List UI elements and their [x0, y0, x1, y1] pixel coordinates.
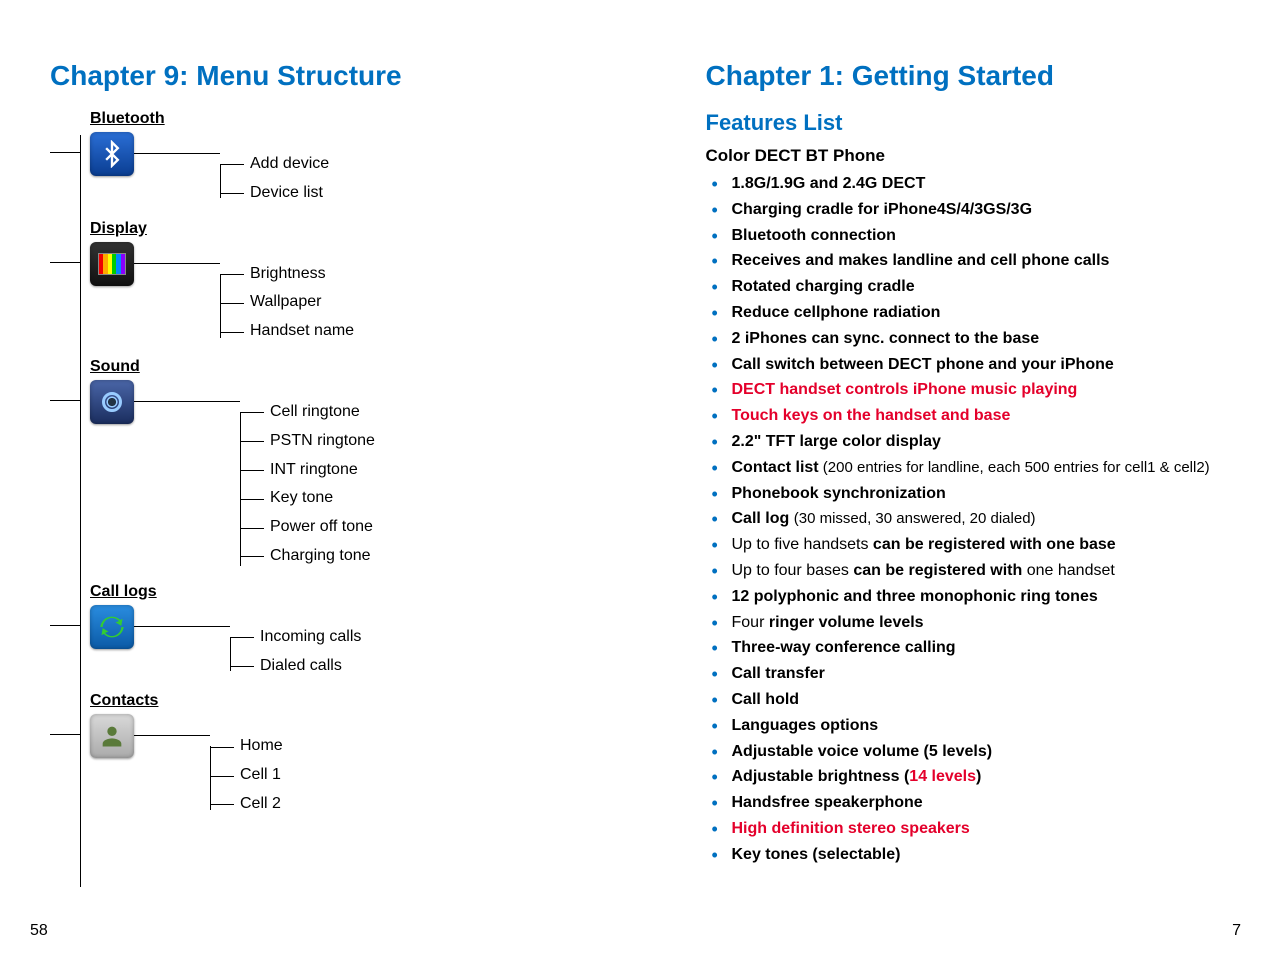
menu-item-brightness: Brightness: [220, 264, 596, 285]
feature-item: Adjustable voice volume (5 levels): [726, 740, 1222, 765]
feature-item: Phonebook synchronization: [726, 482, 1222, 507]
feature-item: Bluetooth connection: [726, 224, 1222, 249]
chapter-9-title: Chapter 9: Menu Structure: [50, 60, 596, 92]
feature-item: Touch keys on the handset and base: [726, 404, 1222, 429]
features-list: 1.8G/1.9G and 2.4G DECT Charging cradle …: [706, 172, 1222, 868]
feature-item: 12 polyphonic and three monophonic ring …: [726, 585, 1222, 610]
bluetooth-icon: [90, 132, 134, 176]
menu-label-sound: Sound: [90, 358, 596, 376]
branch-line: [50, 262, 80, 263]
feature-item: Call switch between DECT phone and your …: [726, 353, 1222, 378]
feature-item: Contact list (200 entries for landline, …: [726, 456, 1222, 481]
menu-item-add-device: Add device: [220, 154, 596, 175]
call-logs-icon: [90, 605, 134, 649]
feature-item: Call log (30 missed, 30 answered, 20 dia…: [726, 507, 1222, 532]
feature-item: Four ringer volume levels: [726, 611, 1222, 636]
branch-line: [134, 263, 220, 264]
menu-item-incoming-calls: Incoming calls: [230, 627, 596, 648]
contacts-icon: [90, 714, 134, 758]
display-icon: [90, 242, 134, 286]
menu-item-device-list: Device list: [220, 183, 596, 204]
menu-label-calllogs: Call logs: [90, 583, 596, 601]
menu-item-cell-ringtone: Cell ringtone: [240, 402, 596, 423]
menu-item-key-tone: Key tone: [240, 488, 596, 509]
branch-line: [50, 400, 80, 401]
document-spread: Chapter 9: Menu Structure Bluetooth Add …: [0, 0, 1271, 954]
right-page: Chapter 1: Getting Started Features List…: [636, 0, 1271, 954]
menu-group-bluetooth: Bluetooth Add device Device list: [80, 110, 596, 204]
menu-item-home: Home: [210, 736, 596, 757]
feature-item: Three-way conference calling: [726, 636, 1222, 661]
feature-item: DECT handset controls iPhone music playi…: [726, 378, 1222, 403]
feature-item: Reduce cellphone radiation: [726, 301, 1222, 326]
branch-line: [134, 735, 210, 736]
page-number-left: 58: [30, 922, 48, 940]
menu-group-contacts: Contacts Home Cell 1 Cell 2: [80, 692, 596, 814]
features-list-heading: Features List: [706, 110, 1222, 136]
menu-item-pstn-ringtone: PSTN ringtone: [240, 431, 596, 452]
feature-item: 2 iPhones can sync. connect to the base: [726, 327, 1222, 352]
menu-item-dialed-calls: Dialed calls: [230, 656, 596, 677]
feature-item: Handsfree speakerphone: [726, 791, 1222, 816]
left-page: Chapter 9: Menu Structure Bluetooth Add …: [0, 0, 636, 954]
feature-item: 1.8G/1.9G and 2.4G DECT: [726, 172, 1222, 197]
chapter-1-title: Chapter 1: Getting Started: [706, 60, 1222, 92]
feature-item: Receives and makes landline and cell pho…: [726, 249, 1222, 274]
menu-item-charging-tone: Charging tone: [240, 546, 596, 567]
branch-line: [134, 401, 240, 402]
feature-item: Adjustable brightness (14 levels): [726, 765, 1222, 790]
feature-item: Call hold: [726, 688, 1222, 713]
feature-item: Languages options: [726, 714, 1222, 739]
menu-group-calllogs: Call logs Incoming calls Dialed calls: [80, 583, 596, 677]
feature-item: High definition stereo speakers: [726, 817, 1222, 842]
menu-group-display: Display Brightness Wallpaper Handset nam…: [80, 220, 596, 342]
page-number-right: 7: [1232, 922, 1241, 940]
branch-line: [134, 626, 230, 627]
sound-icon: [90, 380, 134, 424]
feature-item: Charging cradle for iPhone4S/4/3GS/3G: [726, 198, 1222, 223]
branch-line: [50, 734, 80, 735]
feature-item: Up to four bases can be registered with …: [726, 559, 1222, 584]
menu-item-handset-name: Handset name: [220, 321, 596, 342]
menu-item-wallpaper: Wallpaper: [220, 292, 596, 313]
feature-item: Call transfer: [726, 662, 1222, 687]
feature-item: Key tones (selectable): [726, 843, 1222, 868]
product-name: Color DECT BT Phone: [706, 146, 1222, 166]
menu-label-display: Display: [90, 220, 596, 238]
menu-item-power-off-tone: Power off tone: [240, 517, 596, 538]
branch-line: [50, 152, 80, 153]
menu-item-cell-2: Cell 2: [210, 794, 596, 815]
branch-line: [134, 153, 220, 154]
branch-line: [50, 625, 80, 626]
menu-tree: Bluetooth Add device Device list Display: [80, 110, 596, 815]
menu-item-cell-1: Cell 1: [210, 765, 596, 786]
menu-label-contacts: Contacts: [90, 692, 596, 710]
menu-item-int-ringtone: INT ringtone: [240, 460, 596, 481]
menu-group-sound: Sound Cell ringtone PSTN ringtone INT ri…: [80, 358, 596, 567]
menu-label-bluetooth: Bluetooth: [90, 110, 596, 128]
feature-item: Up to five handsets can be registered wi…: [726, 533, 1222, 558]
feature-item: Rotated charging cradle: [726, 275, 1222, 300]
feature-item: 2.2" TFT large color display: [726, 430, 1222, 455]
